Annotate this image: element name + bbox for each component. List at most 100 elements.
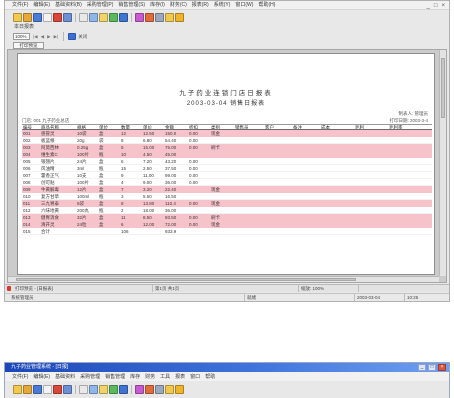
table-cell xyxy=(354,228,388,234)
close-button[interactable]: × xyxy=(441,3,445,9)
table-row: 010 复方甘草 100ml 瓶 3 5.50 16.50 xyxy=(22,193,432,200)
table-cell xyxy=(210,172,234,178)
print-icon[interactable] xyxy=(63,384,72,394)
user-icon[interactable] xyxy=(145,12,154,22)
find-icon[interactable] xyxy=(89,384,98,394)
table-cell: 2.50 xyxy=(143,166,152,171)
open-folder-icon[interactable] xyxy=(23,384,32,394)
chart-icon[interactable] xyxy=(135,384,144,394)
save-icon[interactable] xyxy=(33,12,42,22)
menu-item[interactable]: 文件(F) xyxy=(12,374,28,380)
menu-item[interactable]: 采购管理(P) xyxy=(87,2,114,8)
menu-item[interactable]: 工具 xyxy=(160,374,170,380)
table-cell xyxy=(98,228,120,234)
calculator-icon[interactable] xyxy=(155,384,164,394)
menu-item[interactable]: 帮助(H) xyxy=(258,2,275,8)
menu-item[interactable]: 库存(I) xyxy=(150,2,165,8)
zoom-select[interactable]: 100% xyxy=(13,33,30,40)
menu-item[interactable]: 文件(F) xyxy=(12,2,28,8)
help-icon[interactable] xyxy=(165,384,174,394)
table-cell xyxy=(388,158,432,164)
new-file-icon[interactable] xyxy=(13,384,22,394)
document-icon[interactable] xyxy=(43,12,52,22)
refresh-icon[interactable] xyxy=(109,384,118,394)
table-cell: 100片 xyxy=(77,180,90,185)
column-header: 规格 xyxy=(77,125,86,129)
menu-item[interactable]: 基础资料 xyxy=(55,374,75,380)
menu-item[interactable]: 编辑(E) xyxy=(33,2,50,8)
close-preview-button[interactable]: 关闭 xyxy=(78,33,87,40)
refresh-icon[interactable] xyxy=(109,12,118,22)
table-cell xyxy=(320,179,354,185)
table-cell xyxy=(320,186,354,192)
minimize-button[interactable]: _ xyxy=(427,3,430,9)
minimize-button[interactable]: _ xyxy=(418,364,426,371)
exit-icon[interactable] xyxy=(175,384,184,394)
menu-item[interactable]: 财务 xyxy=(145,374,155,380)
first-page-button[interactable]: |◀ xyxy=(32,33,39,40)
menu-item[interactable]: 窗口 xyxy=(190,374,200,380)
table-cell xyxy=(292,158,320,164)
table-cell: 100ml xyxy=(77,194,90,199)
save-icon[interactable] xyxy=(33,384,42,394)
menu-item[interactable]: 库存 xyxy=(130,374,140,380)
menu-item[interactable]: 销售管理(S) xyxy=(118,2,145,8)
delete-icon[interactable] xyxy=(53,12,62,22)
filter-icon[interactable] xyxy=(99,12,108,22)
new-file-icon[interactable] xyxy=(13,12,22,22)
title-bar[interactable]: 九子药业管理系统 - [日报] _ □ × xyxy=(5,363,449,372)
table-cell: 45.00 xyxy=(165,152,177,157)
status-zoom: 缩放: 100% xyxy=(299,285,359,292)
report-icon[interactable] xyxy=(119,12,128,22)
preview-icon[interactable] xyxy=(79,384,88,394)
menu-item[interactable]: 销售管理 xyxy=(105,374,125,380)
menu-item[interactable]: 报表(R) xyxy=(192,2,209,8)
horizontal-scrollbar[interactable] xyxy=(8,276,439,282)
menu-item[interactable]: 窗口(W) xyxy=(235,2,253,8)
menu-item[interactable]: 编辑(E) xyxy=(33,374,50,380)
previous-page-button[interactable]: ◀ xyxy=(40,33,45,40)
table-cell: 感冒灵 xyxy=(41,131,55,136)
find-icon[interactable] xyxy=(89,12,98,22)
print-icon[interactable] xyxy=(68,33,77,40)
document-icon[interactable] xyxy=(43,384,52,394)
preview-icon[interactable] xyxy=(79,12,88,22)
delete-icon[interactable] xyxy=(53,384,62,394)
vertical-scrollbar[interactable] xyxy=(439,50,446,276)
table-cell: 盒 xyxy=(99,187,104,192)
column-header: 类别 xyxy=(211,125,220,129)
table-cell: 100片 xyxy=(77,152,90,157)
calculator-icon[interactable] xyxy=(155,12,164,22)
last-page-button[interactable]: ▶| xyxy=(53,33,60,40)
close-button[interactable]: × xyxy=(438,364,446,371)
table-cell xyxy=(388,137,432,143)
table-cell xyxy=(264,179,292,185)
user-icon[interactable] xyxy=(145,384,154,394)
scroll-thumb[interactable] xyxy=(441,58,445,118)
table-cell xyxy=(264,207,292,213)
exit-icon[interactable] xyxy=(175,12,184,22)
menu-item[interactable]: 采购管理 xyxy=(80,374,100,380)
menu-item[interactable]: 财务(C) xyxy=(170,2,187,8)
menu-item[interactable]: 基础资料(B) xyxy=(55,2,82,8)
table-cell xyxy=(354,137,388,143)
maximize-button[interactable]: □ xyxy=(428,364,436,371)
menu-item[interactable]: 帮助 xyxy=(205,374,215,380)
help-icon[interactable] xyxy=(165,12,174,22)
filter-icon[interactable] xyxy=(99,384,108,394)
table-cell xyxy=(354,186,388,192)
table-cell: 盒 xyxy=(99,222,104,227)
menu-item[interactable]: 系统(Y) xyxy=(214,2,231,8)
table-cell: 002 xyxy=(23,138,31,143)
menu-item[interactable]: 报表 xyxy=(175,374,185,380)
next-page-button[interactable]: ▶ xyxy=(46,33,51,40)
table-cell xyxy=(292,200,320,206)
scroll-thumb[interactable] xyxy=(16,278,356,281)
report-icon[interactable] xyxy=(119,384,128,394)
open-folder-icon[interactable] xyxy=(23,12,32,22)
tab-print-preview[interactable]: 打印预览 xyxy=(13,42,44,49)
print-icon[interactable] xyxy=(63,12,72,22)
maximize-button[interactable]: □ xyxy=(434,3,438,9)
chart-icon[interactable] xyxy=(135,12,144,22)
table-cell: 37.50 xyxy=(165,166,177,171)
